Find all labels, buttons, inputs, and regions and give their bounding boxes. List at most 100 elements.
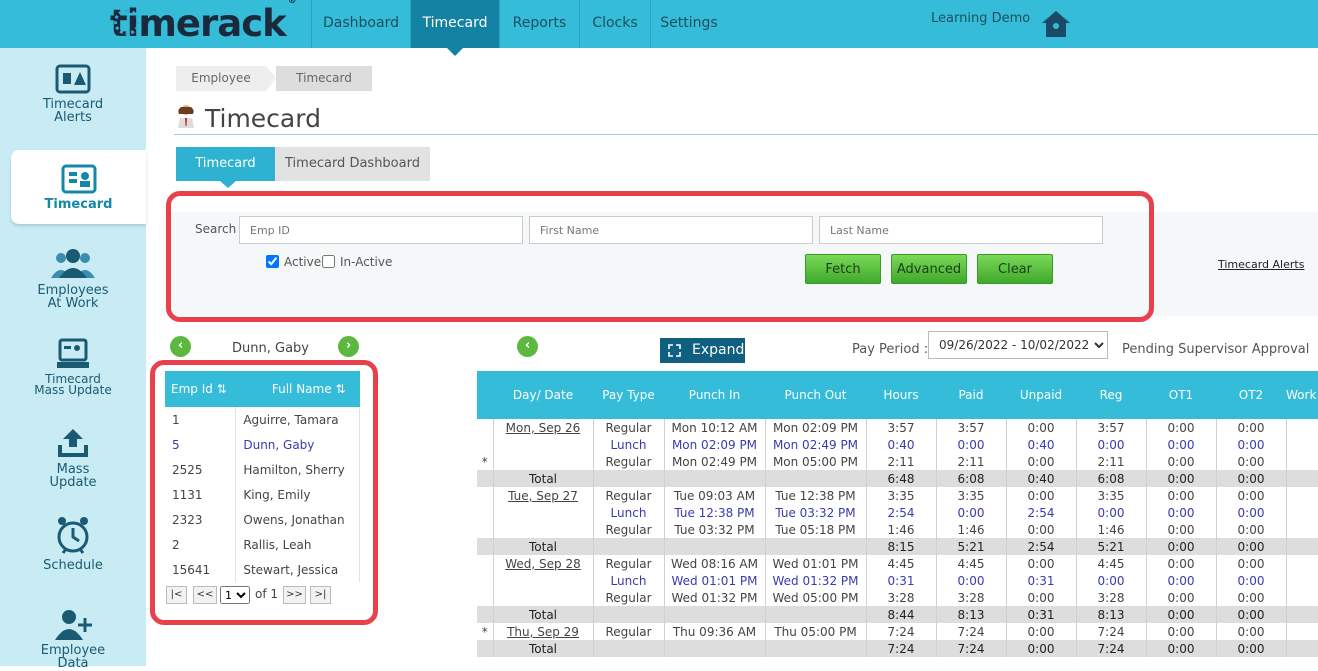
timecard-cell: 4:45 — [866, 555, 937, 572]
pay-period-select[interactable]: 09/26/2022 - 10/02/2022 — [928, 331, 1108, 359]
people-icon — [51, 249, 95, 278]
sidebar-item-timecard-alerts[interactable]: Timecard Alerts — [0, 64, 146, 124]
timecard-cell[interactable]: Wed, Sep 28 — [493, 555, 594, 572]
timecard-cell: 1:46 — [936, 521, 1007, 538]
sidebar-item-timecard-mass-update[interactable]: Timecard Mass Update — [0, 338, 146, 396]
timecard-cell — [664, 470, 766, 487]
prev-employee-button[interactable]: ‹ — [170, 336, 191, 357]
timecard-cell[interactable]: Tue, Sep 27 — [493, 487, 594, 504]
timecard-cell — [664, 538, 766, 555]
timecard-cell — [477, 572, 494, 589]
timecard-cell: 0:00 — [1146, 419, 1217, 436]
timecard-row[interactable]: Tue, Sep 27 Regular Tue 09:03 AM Tue 12:38 … — [477, 487, 1318, 504]
timecard-cell: 0:31 — [866, 572, 937, 589]
timecard-row[interactable]: Lunch Tue 12:38 PM Tue 03:32 PM 2:54 0:00 2:5… — [477, 504, 1318, 521]
timecard-cell[interactable]: Mon, Sep 26 — [493, 419, 594, 436]
timecard-cell: Tue 09:03 AM — [664, 487, 766, 504]
timecard-row[interactable]: Lunch Wed 01:01 PM Wed 01:32 PM 0:31 0:00 0:3… — [477, 572, 1318, 589]
timecard-cell: 2 — [1286, 453, 1318, 470]
sidebar-item-schedule[interactable]: Schedule — [0, 515, 146, 572]
timecard-cell: 3:57 — [936, 419, 1007, 436]
timecard-cell[interactable]: Thu, Sep 29 — [493, 623, 594, 640]
breadcrumb-timecard: Timecard — [276, 66, 372, 91]
expand-button[interactable]: Expand — [660, 338, 745, 363]
timecard-cell: Regular — [593, 419, 665, 436]
timecard-row[interactable]: * Regular Mon 02:49 PM Mon 05:00 PM 2:11 2:11… — [477, 453, 1318, 470]
timecard-cell: 0:00 — [1216, 521, 1287, 538]
timecard-cell: 0:00 — [1146, 436, 1217, 453]
timecard-cell: 0:00 — [1006, 640, 1077, 657]
timecard-cell: 0 — [1286, 572, 1318, 589]
mass-timecard-icon — [57, 338, 89, 368]
timecard-cell: 0:00 — [1006, 589, 1077, 606]
nav-settings[interactable]: Settings — [650, 0, 727, 48]
sidebar-item-employees-at-work[interactable]: Employees At Work — [0, 248, 146, 310]
sidebar-item-mass-update[interactable]: Mass Update — [0, 427, 146, 489]
timecard-cell — [477, 538, 494, 555]
timecard-cell: Mon 02:09 PM — [664, 436, 766, 453]
timecard-total-row[interactable]: Total7:247:240:007:240:000:007 — [477, 640, 1318, 657]
timecard-row[interactable]: Wed, Sep 28 Regular Wed 08:16 AM Wed 01:01 … — [477, 555, 1318, 572]
timecard-cell: 3 — [1286, 419, 1318, 436]
timecard-cell — [493, 589, 594, 606]
timecard-cell: Total — [493, 538, 594, 555]
timecard-cell: 0:00 — [1006, 487, 1077, 504]
timecard-cell: Mon 02:49 PM — [765, 436, 867, 453]
timecard-cell: Total — [493, 640, 594, 657]
timecard-cell: 0:00 — [1146, 453, 1217, 470]
timecard-row[interactable]: Mon, Sep 26 Regular Mon 10:12 AM Mon 02:09 … — [477, 419, 1318, 436]
nav-dashboard[interactable]: Dashboard — [311, 0, 410, 48]
timecard-cell: Total — [493, 606, 594, 623]
timecard-cell: 0:00 — [1146, 606, 1217, 623]
timecard-cell: Tue 12:38 PM — [664, 504, 766, 521]
timecard-cell: Wed 01:32 PM — [664, 589, 766, 606]
timecard-cell: 7 — [1286, 623, 1318, 640]
app-logo[interactable]: timerack® — [110, 0, 297, 45]
timecard-cell: 4 — [1286, 555, 1318, 572]
nav-reports[interactable]: Reports — [499, 0, 579, 48]
search-highlight-box — [166, 191, 1154, 322]
timecard-cell: 6:48 — [866, 470, 937, 487]
timecard-cell: Thu 09:36 AM — [664, 623, 766, 640]
timecard-total-row[interactable]: Total8:448:130:318:130:000:008 — [477, 606, 1318, 623]
timecard-cell: 0:00 — [1216, 606, 1287, 623]
timecard-alerts-link[interactable]: Timecard Alerts — [1218, 258, 1304, 271]
nav-timecard[interactable]: Timecard — [410, 0, 499, 56]
timecard-cell — [593, 538, 665, 555]
timecard-cell — [493, 504, 594, 521]
timecard-cell: 3:28 — [866, 589, 937, 606]
sidebar-item-employee-data[interactable]: Employee Data — [0, 608, 146, 670]
timecard-cell: 0:00 — [1006, 555, 1077, 572]
next-employee-button[interactable]: › — [338, 336, 359, 357]
employee-list-highlight-box — [150, 360, 378, 625]
timecard-cell: 0:00 — [936, 436, 1007, 453]
nav-clocks[interactable]: Clocks — [579, 0, 650, 48]
home-icon[interactable] — [1041, 9, 1071, 39]
tab-timecard[interactable]: Timecard — [176, 147, 275, 181]
timecard-header-cell: Pay Type — [593, 371, 664, 419]
sidebar-item-timecard[interactable]: Timecard — [11, 150, 146, 224]
timecard-cell — [493, 572, 594, 589]
timecard-row[interactable]: Regular Wed 01:32 PM Wed 05:00 PM 3:28 3:28 0… — [477, 589, 1318, 606]
tab-timecard-dashboard[interactable]: Timecard Dashboard — [275, 147, 430, 181]
timecard-cell — [477, 470, 494, 487]
collapse-arrow-button[interactable]: ‹ — [517, 336, 538, 357]
timecard-cell: 7:24 — [936, 640, 1007, 657]
timecard-cell — [593, 470, 665, 487]
timecard-cell — [477, 419, 494, 436]
timecard-row[interactable]: * Thu, Sep 29 Regular Thu 09:36 AM Thu 05:00… — [477, 623, 1318, 640]
timecard-total-row[interactable]: Total6:486:080:406:080:000:006 — [477, 470, 1318, 487]
timecard-cell: 0 — [1286, 504, 1318, 521]
timecard-cell — [765, 470, 867, 487]
timecard-total-row[interactable]: Total8:155:212:545:210:000:005 — [477, 538, 1318, 555]
timecard-cell: 0:00 — [1216, 504, 1287, 521]
timecard-cell: Mon 05:00 PM — [765, 453, 867, 470]
timecard-cell — [493, 453, 594, 470]
timecard-cell: * — [477, 623, 494, 640]
add-user-icon — [55, 610, 92, 640]
timecard-cell — [493, 436, 594, 453]
timecard-row[interactable]: Regular Tue 03:32 PM Tue 05:18 PM 1:46 1:46 0… — [477, 521, 1318, 538]
breadcrumb-employee[interactable]: Employee — [176, 66, 266, 91]
timecard-row[interactable]: Lunch Mon 02:09 PM Mon 02:49 PM 0:40 0:00 0:4… — [477, 436, 1318, 453]
timecard-cell — [477, 487, 494, 504]
